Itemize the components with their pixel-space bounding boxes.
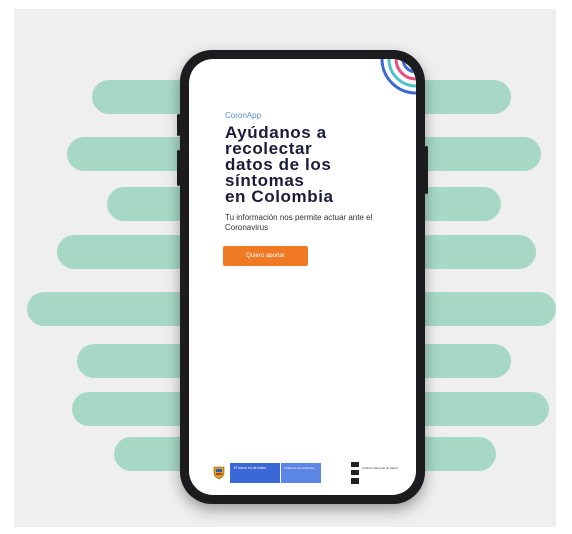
colombia-shield-icon <box>213 466 225 480</box>
institute-text: Instituto Nacional de Salud <box>362 466 398 470</box>
headline-line: en Colombia <box>225 187 334 206</box>
quiero-aportar-button[interactable]: Quiero aportar <box>223 246 308 266</box>
app-name: CoronApp <box>225 111 262 120</box>
ministry-logo: Gobierno de Colombia <box>281 463 321 483</box>
phone-side-button <box>425 146 428 194</box>
subtitle: Tu información nos permite actuar ante e… <box>225 213 373 232</box>
gov-logo: El futuro es de todos <box>230 463 280 483</box>
concentric-circles-icon <box>380 59 416 95</box>
headline: Ayúdanos a recolectar datos de los sínto… <box>225 124 405 206</box>
phone-side-button <box>177 114 180 136</box>
footer-logos: El futuro es de todos Gobierno de Colomb… <box>189 459 416 489</box>
phone-frame: CoronApp Ayúdanos a recolectar datos de … <box>177 50 428 504</box>
ins-logo-icon <box>351 462 359 484</box>
institute-logo: Instituto Nacional de Salud <box>351 462 399 484</box>
phone-side-button <box>177 150 180 186</box>
background-stage: CoronApp Ayúdanos a recolectar datos de … <box>14 9 556 527</box>
phone-screen: CoronApp Ayúdanos a recolectar datos de … <box>189 59 416 495</box>
